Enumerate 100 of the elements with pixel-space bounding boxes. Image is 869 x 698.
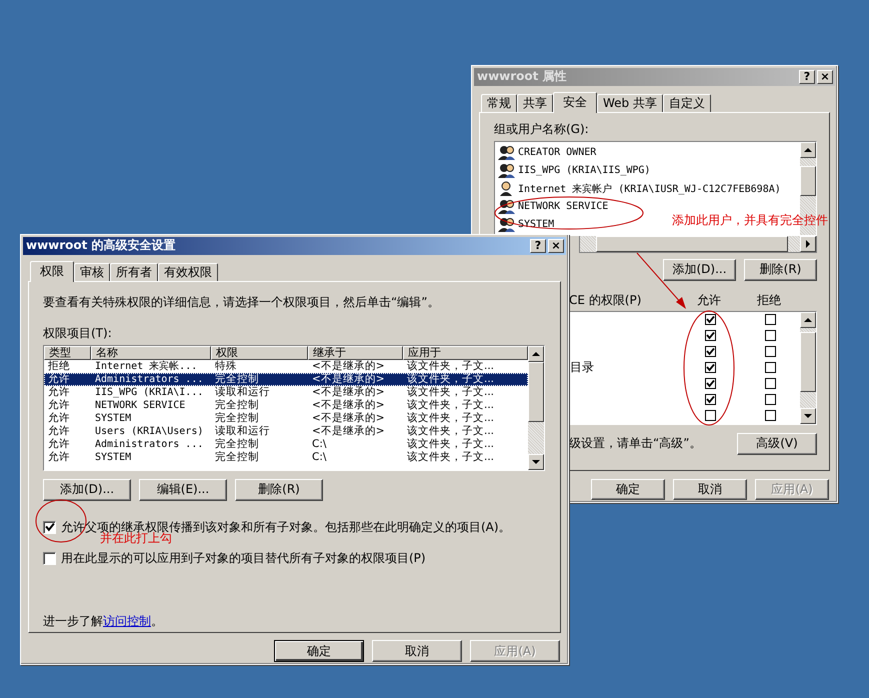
table-cell-text: IIS_WPG (KRIA\I... [94,386,204,399]
users-icon [498,217,516,232]
entries-label: 权限项目(T): [43,324,113,342]
scroll-thumb[interactable] [800,166,816,196]
dialog-button[interactable]: 编辑(E)... [139,478,227,501]
column-header: 允许 [696,292,722,310]
checkbox[interactable] [764,330,776,342]
column-header[interactable]: 应用于 [403,346,528,360]
user-name[interactable]: Internet 来宾帐户 (KRIA\IUSR_WJ-C12C7FEB698A) [518,182,781,196]
table-cell-text: 该文件夹，子文... [406,360,496,373]
checkbox[interactable] [764,346,776,358]
tab[interactable]: 审核 [74,262,110,281]
table-row[interactable]: 允许 SYSTEM 完全控制 C:\ 该文件夹，子文... [44,450,528,464]
checkbox[interactable] [764,378,776,390]
dialog-button[interactable]: 删除(R) [235,478,323,501]
table-cell-text: 完全控制 [214,372,260,386]
checkbox[interactable] [764,362,776,374]
dialog-button[interactable]: 删除(R) [744,258,817,281]
column-header[interactable]: 继承于 [308,346,403,360]
table-cell-text: Administrators ... [94,438,204,451]
dialog-button[interactable]: 取消 [673,479,747,500]
table-cell-text: 完全控制 [214,398,260,412]
close-button[interactable]: × [548,238,564,253]
tab[interactable]: 常规 [481,94,517,112]
table-cell-text: <不是继承的> [311,424,386,438]
checkbox-label[interactable]: 用在此显示的可以应用到子对象的项目替代所有子对象的权限项目(P) [61,550,426,567]
checkbox[interactable] [704,314,716,326]
user-name[interactable]: SYSTEM [518,219,554,230]
checkbox[interactable] [704,394,716,406]
table-cell-text: 该文件夹，子文... [406,412,496,425]
scroll-down-button[interactable] [800,408,816,424]
column-header[interactable]: 类型 [44,346,91,360]
permissions-label: CE 的权限(P) [569,292,642,310]
scrollbar[interactable] [528,346,544,470]
checkbox[interactable] [704,378,716,390]
checkbox[interactable] [764,410,776,422]
user-name[interactable]: IIS_WPG (KRIA\IIS_WPG) [518,165,650,176]
scroll-up-button[interactable] [800,142,816,158]
scroll-right-button[interactable] [800,236,816,252]
table-cell-text: SYSTEM [94,412,132,425]
tab[interactable]: 所有者 [110,262,158,281]
table-row[interactable]: 拒绝 Internet 来宾帐... 特殊 <不是继承的> 该文件夹，子文... [44,360,528,373]
table-cell-text: 该文件夹，子文... [406,398,496,412]
table-cell-text: Administrators ... [94,372,204,386]
table-cell-text: NETWORK SERVICE [94,398,186,412]
table-cell-text: 允许 [47,450,71,464]
checkbox[interactable] [43,552,56,565]
table-row[interactable]: 允许 NETWORK SERVICE 完全控制 <不是继承的> 该文件夹，子文... [44,398,528,412]
dialog-button[interactable]: 添加(D)... [663,258,736,281]
table-cell-text: <不是继承的> [311,360,386,373]
dialog-button[interactable]: 取消 [372,640,462,662]
column-header[interactable]: 权限 [211,346,308,360]
checkbox[interactable] [704,346,716,358]
table-cell-text: 允许 [47,398,71,412]
checkbox[interactable] [704,330,716,342]
scroll-thumb[interactable] [596,236,788,252]
table-row[interactable]: 允许 Users (KRIA\Users) 读取和运行 <不是继承的> 该文件夹，子文... [44,424,528,438]
dialog-button[interactable]: 添加(D)... [43,478,131,501]
scroll-up-button[interactable] [528,346,544,362]
table-cell-text: 允许 [47,424,71,438]
scroll-thumb[interactable] [800,332,816,392]
table-cell-text: 拒绝 [47,360,71,373]
table-cell-text: 该文件夹，子文... [406,372,496,386]
tab[interactable]: 共享 [517,94,553,112]
tab[interactable]: 权限 [30,260,74,282]
user-name[interactable]: NETWORK SERVICE [518,201,608,212]
checkbox[interactable] [704,362,716,374]
help-button[interactable]: ? [530,238,546,253]
column-header[interactable]: 名称 [91,346,211,360]
horizontal-scrollbar[interactable] [579,236,817,253]
table-cell-text: Users (KRIA\Users) [94,424,204,438]
permission-name: 目录 [570,360,594,374]
scroll-up-button[interactable] [800,312,816,328]
table-cell-text: 允许 [47,438,71,451]
scroll-thumb[interactable] [528,362,544,422]
table-row[interactable]: 允许 IIS_WPG (KRIA\I... 读取和运行 <不是继承的> 该文件夹，子文... [44,386,528,399]
table-cell-text: 完全控制 [214,412,260,425]
table-cell-text: 该文件夹，子文... [406,450,496,464]
table-cell-text: <不是继承的> [311,386,386,399]
learn-more-text: 进一步了解访问控制。 [43,612,164,630]
table-cell-text: 该文件夹，子文... [406,424,496,438]
users-icon [498,199,516,214]
checkbox[interactable] [764,394,776,406]
table-row[interactable]: 允许 Administrators ... 完全控制 C:\ 该文件夹，子文... [44,438,528,451]
tab[interactable]: Web 共享 [597,94,663,112]
scrollbar[interactable] [800,312,816,424]
dialog-button[interactable]: 确定 [274,640,364,662]
advanced-button[interactable]: 高级(V) [737,432,817,455]
tab[interactable]: 自定义 [662,94,711,112]
tab[interactable]: 安全 [553,92,597,113]
checkbox[interactable] [764,314,776,326]
user-name[interactable]: CREATOR OWNER [518,147,596,158]
dialog-button[interactable]: 确定 [591,479,665,500]
tab[interactable]: 有效权限 [158,262,218,281]
table-row[interactable]: 允许 SYSTEM 完全控制 <不是继承的> 该文件夹，子文... [44,412,528,425]
access-control-link[interactable]: 访问控制 [103,614,151,628]
scroll-down-button[interactable] [528,454,544,470]
advanced-hint: 级设置，请单击“高级”。 [569,435,702,452]
checkbox[interactable] [43,520,56,534]
checkbox[interactable] [704,410,716,422]
